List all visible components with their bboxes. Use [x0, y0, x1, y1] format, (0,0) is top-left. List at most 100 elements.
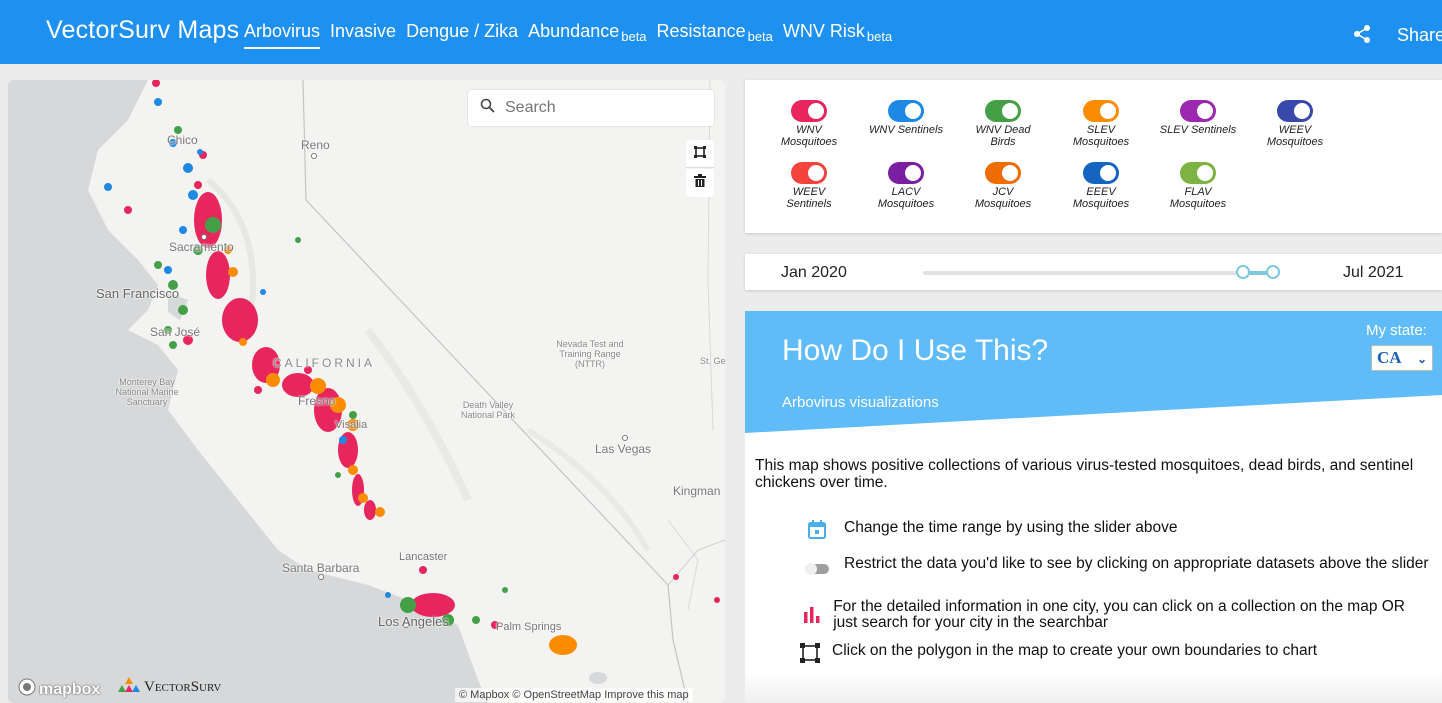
map-label-san-jose: San José — [150, 325, 201, 339]
trash-icon — [694, 174, 706, 192]
toggle-switch[interactable] — [888, 162, 924, 184]
help-title: How Do I Use This? — [782, 334, 1049, 367]
tab-label: Resistance — [656, 21, 746, 41]
tab-invasive[interactable]: Invasive — [330, 21, 396, 49]
toggle-knob — [1100, 165, 1116, 181]
toggle-slev-mosquitoes[interactable]: SLEV Mosquitoes — [1061, 100, 1141, 148]
tip-city-detail: For the detailed information in one city… — [799, 599, 1429, 631]
map-label-lancaster: Lancaster — [399, 551, 448, 563]
tip-text: Change the time range by using the slide… — [844, 519, 1178, 536]
delete-polygon-button[interactable] — [686, 169, 714, 197]
tab-dengue-zika[interactable]: Dengue / Zika — [406, 21, 518, 49]
toggle-switch[interactable] — [985, 100, 1021, 122]
toggle-label: WNV Dead Birds — [975, 124, 1031, 148]
share-icon[interactable] — [1352, 24, 1372, 49]
toggle-switch[interactable] — [1180, 162, 1216, 184]
slider-end-label: Jul 2021 — [1343, 264, 1404, 281]
tab-resistance[interactable]: Resistance beta — [657, 21, 773, 49]
map-label-st-george: St. Ge — [700, 356, 725, 366]
beta-badge: beta — [866, 29, 893, 44]
map-label-fresno: Fresno — [298, 394, 336, 408]
toggle-flav-mosquitoes[interactable]: FLAV Mosquitoes — [1158, 162, 1238, 210]
toggle-lacv-mosquitoes[interactable]: LACV Mosquitoes — [866, 162, 946, 210]
slider-end-handle[interactable] — [1266, 265, 1280, 279]
help-banner — [745, 311, 1442, 433]
toggle-wnv-mosquitoes[interactable]: WNV Mosquitoes — [769, 100, 849, 148]
beta-badge: beta — [621, 29, 647, 44]
tab-arbovirus[interactable]: Arbovirus — [244, 21, 321, 49]
map-label-death-valley: Death Valley National Park — [460, 400, 516, 420]
toggle-switch[interactable] — [985, 162, 1021, 184]
toggle-switch[interactable] — [791, 162, 827, 184]
mapbox-logo[interactable]: mapbox — [18, 678, 100, 701]
calendar-icon — [799, 520, 835, 540]
map-label-monterey: Monterey Bay National Marine Sanctuary — [115, 377, 179, 407]
draw-polygon-button[interactable] — [686, 140, 714, 168]
mapbox-icon — [18, 678, 36, 701]
toggle-switch[interactable] — [888, 100, 924, 122]
nav-tabs: Arbovirus Invasive Dengue / Zika Abundan… — [244, 21, 892, 49]
tip-time-range: Change the time range by using the slide… — [799, 520, 1177, 540]
toggle-label: JCV Mosquitoes — [974, 186, 1032, 210]
toggle-slev-sentinels[interactable]: SLEV Sentinels — [1158, 100, 1238, 136]
toggle-switch[interactable] — [1083, 100, 1119, 122]
toggle-knob — [1294, 103, 1310, 119]
share-button[interactable]: Share — [1397, 25, 1442, 46]
brand-title[interactable]: VectorSurv Maps — [46, 16, 239, 45]
search-icon — [480, 98, 495, 118]
toggle-label: WEEV Mosquitoes — [1266, 124, 1324, 148]
map-label-los-angeles: Los Angeles — [378, 614, 449, 629]
map-label-palm-springs: Palm Springs — [496, 621, 562, 633]
state-label: My state: — [1366, 322, 1427, 339]
toggle-eeev-mosquitoes[interactable]: EEEV Mosquitoes — [1061, 162, 1141, 210]
bar-chart-icon — [799, 599, 824, 623]
tab-label: Abundance — [528, 21, 620, 41]
toggle-knob — [1100, 103, 1116, 119]
vectorsurv-logo-text: VectorSurv — [144, 679, 222, 695]
map-search-box[interactable] — [468, 90, 714, 126]
tip-text: For the detailed information in one city… — [833, 598, 1405, 631]
map-label-kingman: Kingman — [673, 484, 721, 498]
toggle-knob — [1002, 165, 1018, 181]
help-panel: How Do I Use This? Arbovirus visualizati… — [745, 311, 1442, 703]
toggle-jcv-mosquitoes[interactable]: JCV Mosquitoes — [963, 162, 1043, 210]
toggle-icon — [799, 556, 835, 575]
toggle-label: LACV Mosquitoes — [877, 186, 935, 210]
toggle-switch[interactable] — [1083, 162, 1119, 184]
toggle-weev-sentinels[interactable]: WEEV Sentinels — [769, 162, 849, 210]
polygon-icon — [694, 145, 706, 163]
toggle-wnv-dead-birds[interactable]: WNV Dead Birds — [963, 100, 1043, 148]
slider-start-label: Jan 2020 — [781, 264, 847, 281]
state-select[interactable]: CA ⌄ — [1371, 345, 1433, 371]
toggle-label: EEEV Mosquitoes — [1072, 186, 1130, 210]
slider-track[interactable] — [923, 271, 1273, 275]
toggle-label: FLAV Mosquitoes — [1169, 186, 1227, 210]
search-input[interactable] — [505, 99, 695, 117]
map-label-san-francisco: San Francisco — [96, 286, 180, 301]
tab-abundance[interactable]: Abundance beta — [528, 21, 646, 49]
map-attribution[interactable]: © Mapbox © OpenStreetMap Improve this ma… — [455, 688, 693, 702]
toggle-switch[interactable] — [1180, 100, 1216, 122]
map-canvas[interactable]: Reno Chico Sacramento San Francisco San … — [8, 80, 725, 703]
toggle-knob — [905, 165, 921, 181]
slider-start-handle[interactable] — [1236, 265, 1250, 279]
tip-restrict-data: Restrict the data you'd like to see by c… — [799, 556, 1429, 575]
toggle-wnv-sentinels[interactable]: WNV Sentinels — [866, 100, 946, 136]
toggle-knob — [1197, 165, 1213, 181]
map-label-reno: Reno — [301, 138, 330, 152]
map-label-california: CALIFORNIA — [273, 356, 376, 370]
toggle-switch[interactable] — [791, 100, 827, 122]
time-range-slider-card: Jan 2020 Jul 2021 — [745, 254, 1442, 290]
toggle-label: WNV Sentinels — [869, 124, 943, 136]
map-label-santa-barbara: Santa Barbara — [282, 561, 360, 575]
toggle-weev-mosquitoes[interactable]: WEEV Mosquitoes — [1255, 100, 1335, 148]
map-label-chico: Chico — [167, 133, 198, 147]
toggle-switch[interactable] — [1277, 100, 1313, 122]
polygon-icon — [795, 643, 825, 663]
state-select-value: CA — [1377, 348, 1402, 367]
beta-badge: beta — [747, 29, 773, 44]
tab-wnv-risk[interactable]: WNV Risk beta — [783, 21, 892, 49]
vectorsurv-logo[interactable]: VectorSurv — [118, 677, 221, 698]
chevron-down-icon: ⌄ — [1416, 352, 1427, 366]
toggle-label: SLEV Sentinels — [1159, 124, 1237, 136]
